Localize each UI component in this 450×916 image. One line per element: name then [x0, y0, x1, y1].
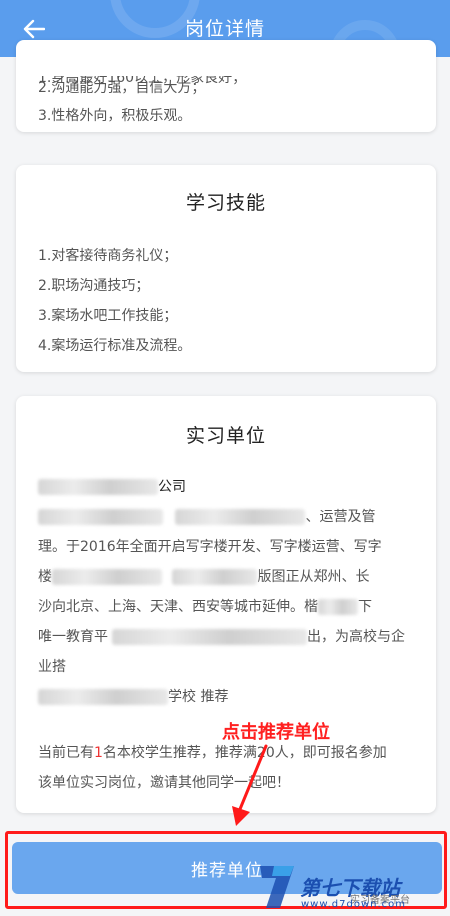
company-desc-text: 、运营及管 — [305, 509, 376, 525]
annotation-label: 点击推荐单位 — [222, 722, 330, 743]
recommend-unit-label: 推荐单位 — [191, 860, 263, 881]
company-desc-line: 、运营及管 — [38, 506, 375, 526]
redacted-text — [38, 509, 163, 525]
company-desc-line: 唯一教育平 出，为高校与企 — [38, 626, 405, 646]
company-desc-line: 业搭 — [38, 659, 66, 675]
company-desc-text: 版图正从郑州、长 — [257, 569, 370, 585]
skill-item: 2.职场沟通技巧； — [38, 278, 150, 294]
redacted-text — [38, 479, 158, 495]
redacted-text — [52, 569, 162, 585]
watermark-logo-icon — [260, 866, 294, 908]
recommend-text: 学校 推荐 — [168, 689, 229, 705]
redacted-text — [38, 689, 168, 705]
company-desc-text: 楼 — [38, 569, 52, 585]
recommend-count: 1 — [94, 745, 103, 761]
company-desc-text: 唯一教育平 — [38, 629, 108, 645]
page-title: 岗位详情 — [184, 18, 265, 40]
redacted-text — [318, 599, 358, 615]
company-name-suffix: 公司 — [158, 479, 186, 495]
requirements-card: 1.身高最好160以上，形象良好； 2.沟通能力强，自信大方； 3.性格外向，积… — [16, 40, 436, 132]
skill-item: 3.案场水吧工作技能； — [38, 308, 178, 324]
redacted-text — [172, 569, 258, 585]
recommend-line: 学校 推荐 — [38, 686, 228, 706]
skills-card: 学习技能 1.对客接待商务礼仪； 2.职场沟通技巧； 3.案场水吧工作技能； 4… — [16, 165, 436, 372]
notice-text: 当前已有 — [38, 745, 94, 761]
skill-item: 4.案场运行标准及流程。 — [38, 338, 192, 354]
card-title: 实习单位 — [185, 425, 266, 447]
redacted-text — [175, 509, 306, 525]
recommend-notice: 当前已有1名本校学生推荐，推荐满20人，即可报名参加 — [38, 742, 387, 762]
company-desc-text: 下 — [358, 599, 372, 615]
company-desc-line: 沙向北京、上海、天津、西安等城市延伸。楷 下 — [38, 596, 372, 616]
company-desc-line: 理。于2016年全面开启写字楼开发、写字楼运营、写字 — [38, 539, 382, 555]
watermark-url: www.d7down.com — [301, 899, 407, 910]
company-desc-text: 出，为高校与企 — [307, 629, 405, 645]
skill-item: 1.对客接待商务礼仪； — [38, 248, 178, 264]
annotation-arrow-icon — [232, 744, 268, 826]
company-desc-line: 楼 版图正从郑州、长 — [38, 566, 369, 586]
card-title: 学习技能 — [185, 192, 266, 214]
company-desc-text: 沙向北京、上海、天津、西安等城市延伸。楷 — [38, 599, 318, 615]
requirement-item: 3.性格外向，积极乐观。 — [38, 108, 192, 124]
company-name: 公司 — [38, 476, 186, 496]
redacted-text — [112, 629, 307, 645]
requirement-item: 2.沟通能力强，自信大方； — [38, 80, 206, 96]
